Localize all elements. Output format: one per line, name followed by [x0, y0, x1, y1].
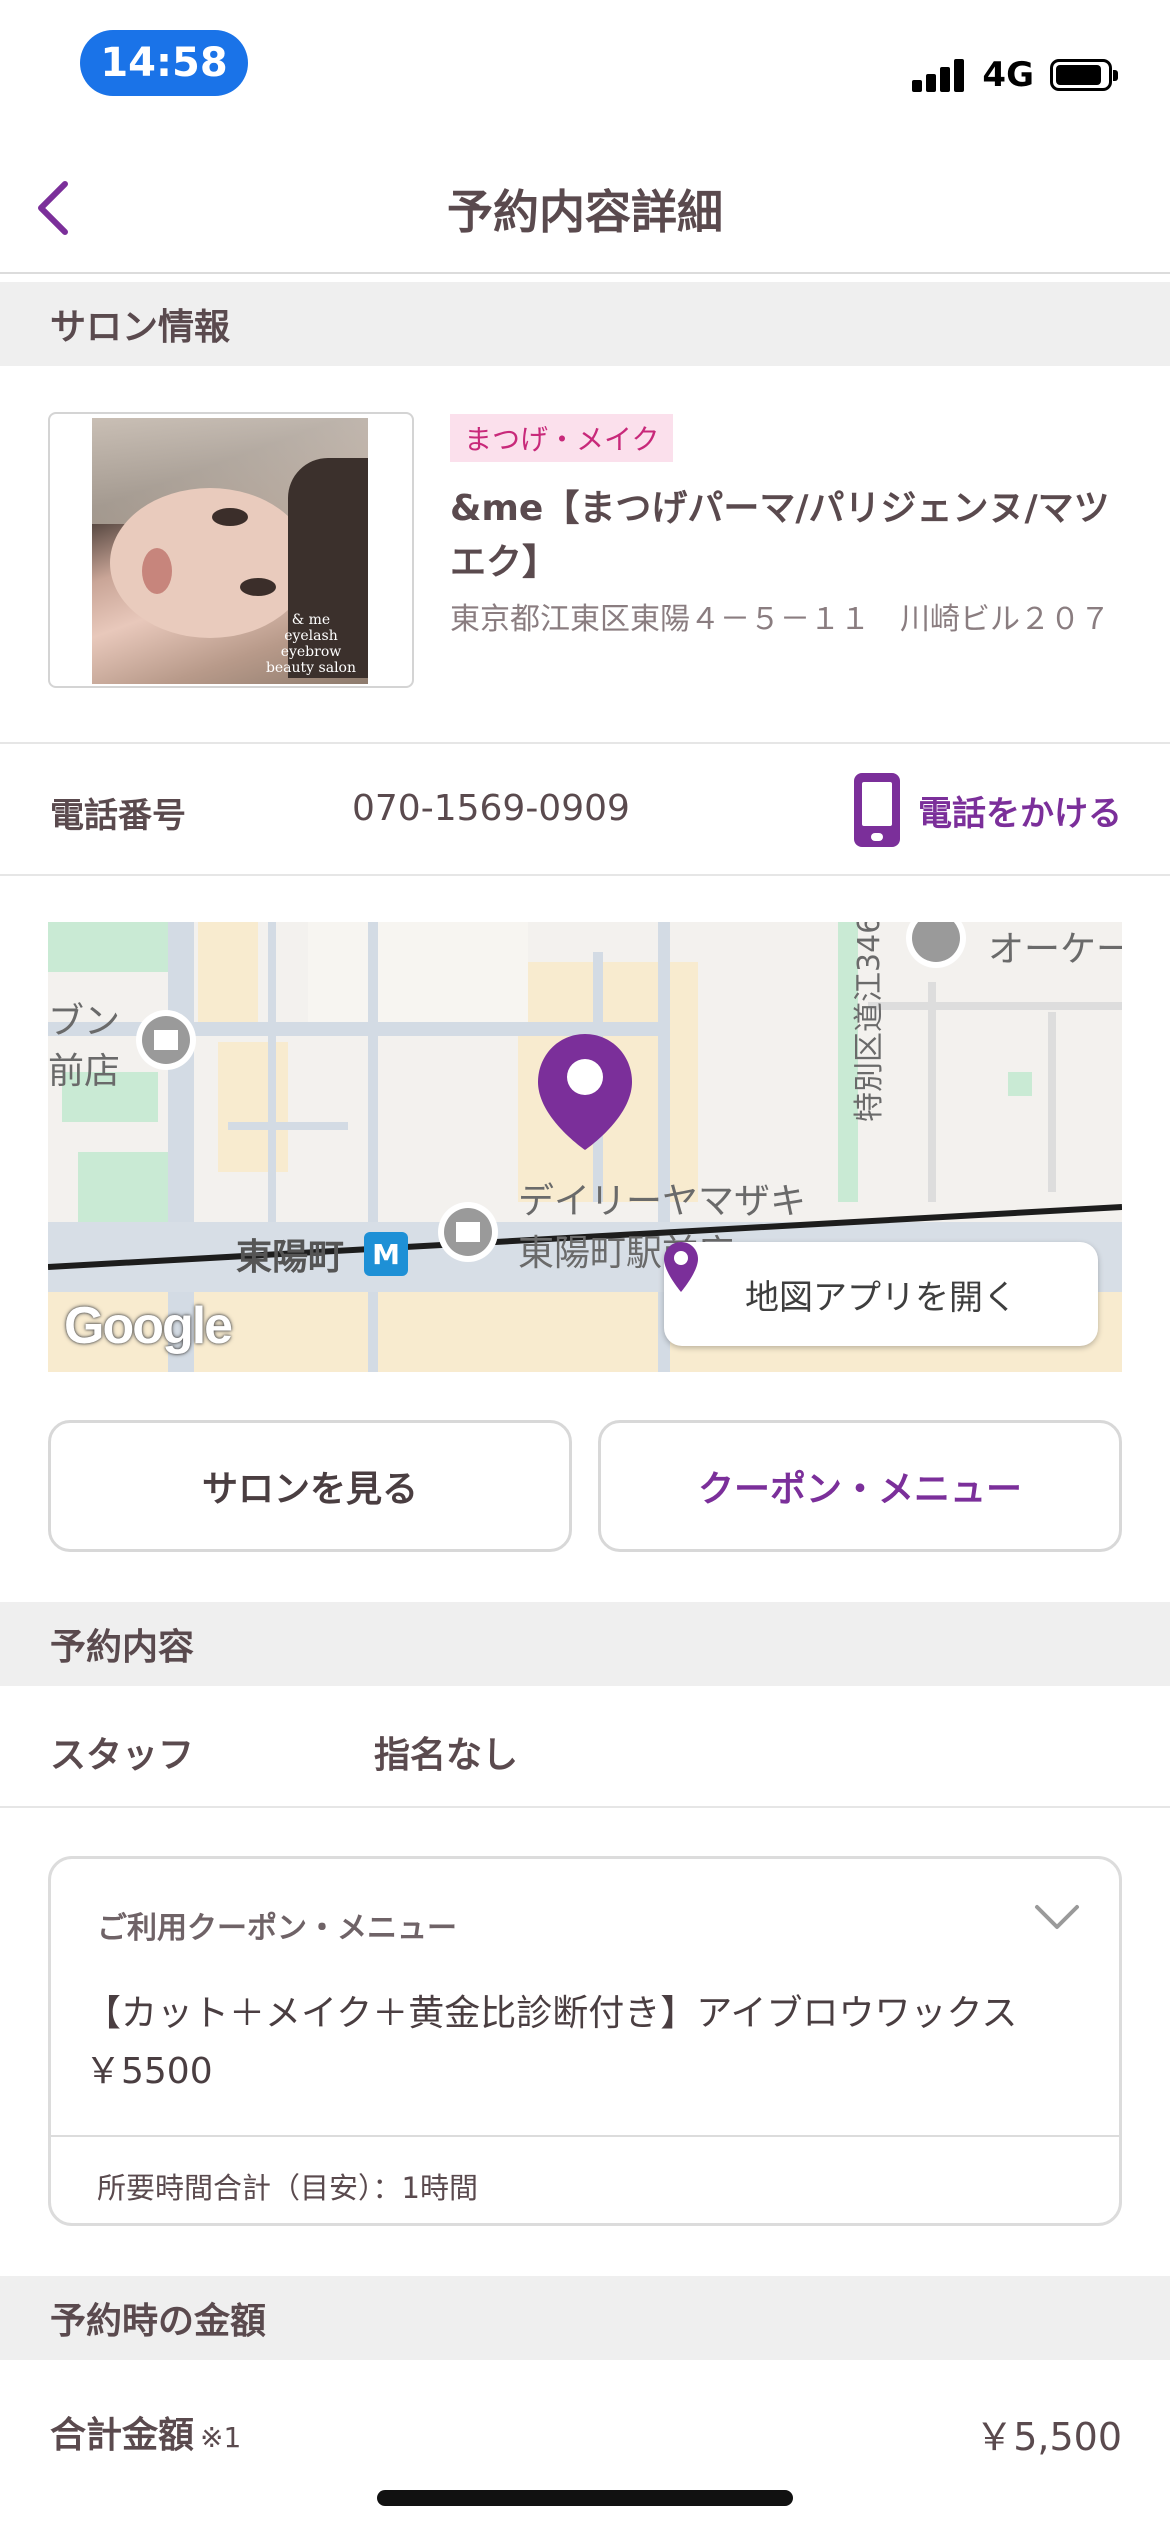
salon-address: 東京都江東区東陽４－５－１１ 川崎ビル２０７ — [450, 602, 1110, 637]
navigation-bar: 予約内容詳細 — [0, 140, 1170, 274]
coupon-menu-title: 【カット＋メイク＋黄金比診断付き】アイブロウワックス — [85, 1993, 1018, 2034]
home-indicator — [377, 2490, 793, 2506]
salon-logo: & me eyelash eyebrow beauty salon — [265, 612, 356, 676]
map-pin-icon — [664, 1242, 698, 1292]
salon-name: &me【まつげパーマ/パリジェンヌ/マツエク】 — [450, 488, 1110, 583]
salon-card: & me eyelash eyebrow beauty salon まつげ・メイク &… — [0, 366, 1170, 744]
google-logo: Google — [64, 1297, 233, 1355]
salon-photo: & me eyelash eyebrow beauty salon — [92, 418, 368, 684]
coupon-duration: 所要時間合計（目安）：1時間 — [97, 2171, 478, 2205]
map-label-seven-top: ブン — [48, 1001, 121, 1042]
call-button[interactable]: 電話をかける — [854, 768, 1122, 852]
coupon-menu-button[interactable]: クーポン・メニュー — [598, 1420, 1122, 1552]
staff-label: スタッフ — [50, 1735, 195, 1776]
total-value: ￥5,500 — [975, 2415, 1122, 2459]
view-salon-button[interactable]: サロンを見る — [48, 1420, 572, 1552]
staff-row: スタッフ 指名なし — [0, 1686, 1170, 1808]
category-badge: まつげ・メイク — [450, 414, 674, 462]
amount-header: 予約時の金額 — [0, 2276, 1170, 2360]
svg-text:M: M — [372, 1238, 400, 1271]
coupon-divider — [51, 2135, 1119, 2137]
battery-icon — [1050, 59, 1118, 91]
status-time[interactable]: 14:58 — [80, 30, 248, 96]
total-note: ※1 — [200, 2421, 242, 2454]
open-map-app-button[interactable]: 地図アプリを開く — [664, 1242, 1098, 1346]
coupon-menu-price: ￥5500 — [85, 2051, 213, 2092]
phone-number: 070-1569-0909 — [352, 788, 630, 829]
network-label: 4G — [982, 55, 1034, 95]
salon-info-header: サロン情報 — [0, 282, 1170, 366]
chevron-down-icon[interactable] — [1033, 1903, 1081, 1933]
map[interactable]: M オーケー ブン 前店 特別区道江346 東陽町 デイリーヤマザキ 東陽町駅前… — [48, 922, 1122, 1372]
map-label-road: 特別区道江346 — [852, 922, 887, 1122]
coupon-header: ご利用クーポン・メニュー — [97, 1911, 457, 1946]
staff-value: 指名なし — [374, 1735, 519, 1776]
status-indicators: 4G — [912, 52, 1118, 98]
phone-label: 電話番号 — [50, 796, 186, 836]
total-row: 合計金額 ※1 ￥5,500 — [0, 2360, 1170, 2490]
phone-row: 電話番号 070-1569-0909 電話をかける — [0, 744, 1170, 876]
map-label-station: 東陽町 — [236, 1237, 345, 1278]
smartphone-icon — [854, 773, 900, 847]
total-label-text: 合計金額 — [50, 2415, 195, 2456]
salon-thumbnail[interactable]: & me eyelash eyebrow beauty salon — [48, 412, 414, 688]
total-label: 合計金額 ※1 — [50, 2406, 241, 2458]
open-map-app-label: 地図アプリを開く — [745, 1277, 1017, 1318]
status-bar: 14:58 4G — [0, 0, 1170, 140]
map-label-seven-bottom: 前店 — [48, 1051, 121, 1092]
page-title: 予約内容詳細 — [447, 185, 723, 239]
map-label-daily-1: デイリーヤマザキ — [518, 1181, 807, 1222]
signal-icon — [912, 58, 966, 92]
coupon-card[interactable]: ご利用クーポン・メニュー 【カット＋メイク＋黄金比診断付き】アイブロウワックス … — [48, 1856, 1122, 2226]
coupon-menu-text: 【カット＋メイク＋黄金比診断付き】アイブロウワックス ￥5500 — [85, 1985, 1085, 2101]
map-label-okay: オーケー — [988, 929, 1122, 970]
call-button-label: 電話をかける — [918, 793, 1122, 834]
reservation-header: 予約内容 — [0, 1602, 1170, 1686]
